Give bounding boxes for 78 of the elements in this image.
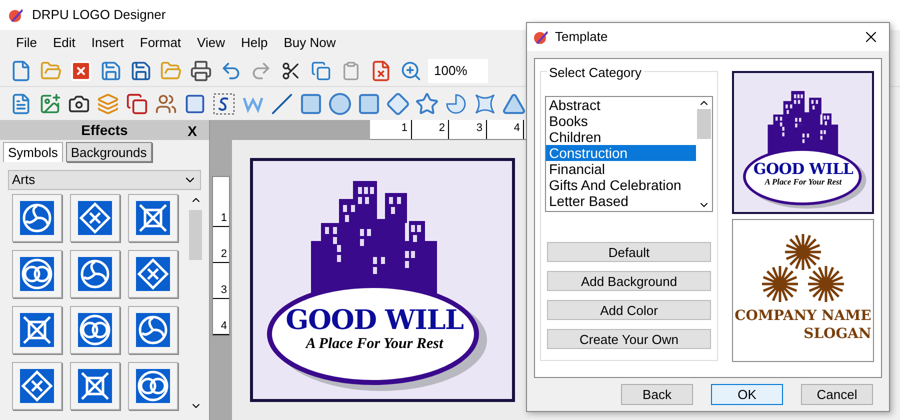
ruler-number: 2 [438,123,445,134]
menu-item[interactable]: Help [233,32,276,54]
category-item[interactable]: Financial [546,161,696,177]
knot-icon [78,257,112,291]
logo-title: COMPANY NAME [734,308,872,326]
action-button[interactable]: Create Your Own [547,329,711,349]
knot-icon [78,201,112,235]
category-item[interactable]: Construction [546,145,696,161]
zoom-field[interactable]: 100% [428,58,488,82]
category-item[interactable]: Children [546,129,696,145]
menu-item[interactable]: Insert [83,32,132,54]
ruler-number: 1 [401,123,408,134]
symbol-tile[interactable] [12,250,62,298]
category-dropdown[interactable]: Arts [8,170,201,190]
panel-tab[interactable]: Backgrounds [66,142,152,162]
category-item[interactable]: Letter Based [546,193,696,209]
action-button[interactable]: Add Background [547,271,711,291]
symbol-tile[interactable] [70,194,120,242]
category-item[interactable]: Books [546,113,696,129]
logo-tagline: A Place For Your Rest [304,337,444,352]
logo-title: GOOD WILL [284,307,464,334]
menu-item[interactable]: File [8,32,45,54]
menu-item[interactable]: Edit [44,32,84,54]
symbol-tile[interactable] [128,362,178,410]
panel-title: Effects [81,120,128,140]
ruler-number: 3 [476,123,482,134]
knot-icon [20,257,54,291]
symbol-tile[interactable] [70,250,120,298]
knot-icon [78,313,112,347]
scroll-thumb[interactable] [189,210,202,260]
logo-canvas[interactable]: GOOD WILL A Place For Your Rest [250,158,515,402]
ruler-number: 1 [220,213,227,224]
knot-icon [136,369,170,403]
symbol-tile[interactable] [128,250,178,298]
window-title: DRPU LOGO Designer [32,6,166,24]
ruler-number: 3 [220,285,227,296]
symbol-tile[interactable] [12,306,62,354]
dialog-title: Template [555,28,609,46]
panel-close-button[interactable]: X [188,121,197,142]
knot-icon [20,369,54,403]
knot-icon [136,313,170,347]
template-thumbnail[interactable]: GOOD WILL A Place For Your Rest [732,71,874,214]
category-item[interactable]: Abstract [546,97,696,113]
knot-icon [20,313,54,347]
template-thumbnail[interactable]: COMPANY NAME SLOGAN [732,219,874,362]
symbol-tile[interactable] [12,362,62,410]
app-logo-icon [533,29,549,45]
logo-title: GOOD WILL [752,162,854,177]
ruler-number: 2 [220,249,227,260]
symbol-tile[interactable] [70,362,120,410]
scroll-thumb[interactable] [697,109,711,139]
diamond-icon[interactable] [385,90,411,116]
knot-icon [136,201,170,235]
action-button[interactable]: Add Color [547,300,711,320]
signature-icon[interactable] [211,90,237,116]
menu-item[interactable]: Format [132,32,190,54]
symbol-tile[interactable] [128,306,178,354]
circle-icon[interactable] [327,90,353,116]
panel-tab[interactable]: Symbols [3,142,63,162]
logo-tagline: A Place For Your Rest [763,178,843,187]
symbol-tile[interactable] [70,306,120,354]
dialog-button[interactable]: Cancel [801,384,873,405]
knot-icon [20,201,54,235]
ruler-number: 4 [514,123,520,134]
knot-icon [78,369,112,403]
symbol-tile[interactable] [128,194,178,242]
logo-tagline: SLOGAN [804,326,872,343]
menu-item[interactable]: Buy Now [276,32,344,54]
menu-item[interactable]: View [189,32,233,54]
app-logo-icon [8,7,24,23]
action-button[interactable]: Default [547,242,711,262]
symbol-tile[interactable] [12,194,62,242]
dialog-button[interactable]: Back [621,384,693,405]
star-icon[interactable] [414,90,440,116]
ruler-number: 4 [220,321,227,332]
knot-icon [136,257,170,291]
dialog-button[interactable]: OK [711,384,783,405]
category-item[interactable]: Gifts And Celebration [546,177,696,193]
